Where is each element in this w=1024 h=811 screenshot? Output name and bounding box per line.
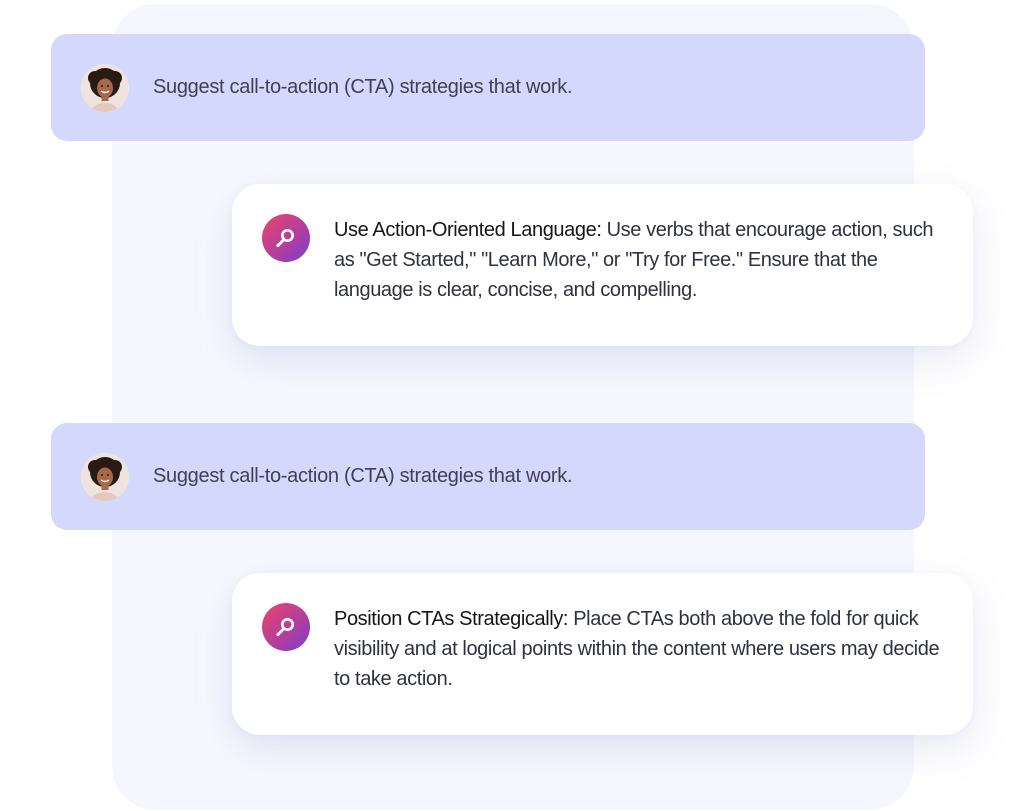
assistant-message-text: Position CTAs Strategically: Place CTAs …: [334, 604, 946, 694]
chat-showcase: Suggest call-to-action (CTA) strategies …: [0, 0, 1024, 811]
user-avatar: [81, 63, 129, 112]
assistant-logo-icon: [262, 603, 310, 651]
user-message: Suggest call-to-action (CTA) strategies …: [51, 34, 925, 141]
user-message: Suggest call-to-action (CTA) strategies …: [51, 423, 925, 530]
user-avatar: [81, 452, 129, 501]
assistant-message-heading: Position CTAs Strategically:: [334, 608, 569, 630]
assistant-message: Use Action-Oriented Language: Use verbs …: [232, 184, 973, 346]
assistant-message-text: Use Action-Oriented Language: Use verbs …: [334, 215, 946, 305]
assistant-message: Position CTAs Strategically: Place CTAs …: [232, 573, 973, 735]
user-message-text: Suggest call-to-action (CTA) strategies …: [153, 465, 573, 487]
user-message-text: Suggest call-to-action (CTA) strategies …: [153, 76, 573, 98]
assistant-logo-icon: [262, 214, 310, 262]
assistant-message-heading: Use Action-Oriented Language:: [334, 219, 602, 241]
